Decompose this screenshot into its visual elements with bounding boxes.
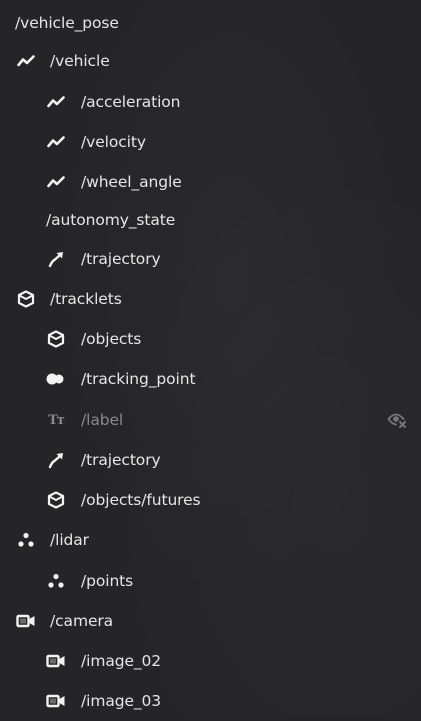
- tree-item-label: /vehicle: [50, 52, 110, 70]
- text-icon: Tт: [48, 412, 65, 428]
- line-chart-icon: [46, 172, 66, 192]
- tree-item-label: /wheel_angle: [81, 173, 182, 191]
- tree-item-trajectory[interactable]: /trajectory: [0, 440, 421, 480]
- tree-item-trajectory[interactable]: /trajectory: [0, 239, 421, 279]
- tree-item-label: /autonomy_state: [46, 211, 176, 229]
- tree-item-label-stream[interactable]: Tт /label: [0, 400, 421, 440]
- tree-item-label: /tracklets: [50, 290, 122, 308]
- trajectory-arrow-icon: [46, 249, 66, 269]
- tree-item-camera[interactable]: /camera: [0, 601, 421, 641]
- tree-item-label: /acceleration: [81, 93, 181, 111]
- tree-item-tracking-point[interactable]: /tracking_point: [0, 359, 421, 399]
- cube-icon: [46, 490, 66, 510]
- tree-item-label: /image_03: [81, 692, 162, 710]
- tree-item-vehicle[interactable]: /vehicle: [0, 41, 421, 81]
- tree-item-label: /label: [81, 411, 124, 429]
- tracking-point-icon: [46, 369, 66, 389]
- visibility-off-icon[interactable]: [387, 410, 407, 430]
- tree-item-label: /objects/futures: [81, 491, 201, 509]
- tree-item-image-02[interactable]: /image_02: [0, 641, 421, 681]
- tree-item-vehicle-pose[interactable]: /vehicle_pose: [0, 3, 421, 43]
- tree-item-autonomy-state[interactable]: /autonomy_state: [0, 200, 421, 240]
- line-chart-icon: [46, 92, 66, 112]
- tree-item-label: /lidar: [50, 531, 89, 549]
- tree-item-points[interactable]: /points: [0, 561, 421, 601]
- camera-icon: [16, 611, 36, 631]
- tree-item-label: /vehicle_pose: [15, 14, 119, 32]
- tree-item-label: /trajectory: [81, 250, 161, 268]
- tree-item-objects-futures[interactable]: /objects/futures: [0, 480, 421, 520]
- cube-icon: [16, 289, 36, 309]
- tree-item-label: /points: [81, 572, 134, 590]
- trajectory-arrow-icon: [46, 450, 66, 470]
- tree-item-lidar[interactable]: /lidar: [0, 520, 421, 560]
- tree-item-tracklets[interactable]: /tracklets: [0, 279, 421, 319]
- tree-item-label: /image_02: [81, 652, 162, 670]
- tree-item-velocity[interactable]: /velocity: [0, 122, 421, 162]
- camera-icon: [46, 691, 66, 711]
- line-chart-icon: [46, 132, 66, 152]
- tree-item-acceleration[interactable]: /acceleration: [0, 82, 421, 122]
- line-chart-icon: [16, 51, 36, 71]
- camera-icon: [46, 651, 66, 671]
- point-cloud-icon: [16, 530, 36, 550]
- tree-item-label: /camera: [50, 612, 114, 630]
- tree-item-label: /trajectory: [81, 451, 161, 469]
- cube-icon: [46, 329, 66, 349]
- tree-item-label: /objects: [81, 330, 142, 348]
- tree-item-label: /tracking_point: [81, 370, 196, 388]
- tree-item-wheel-angle[interactable]: /wheel_angle: [0, 162, 421, 202]
- tree-item-label: /velocity: [81, 133, 146, 151]
- tree-item-image-03[interactable]: /image_03: [0, 681, 421, 721]
- tree-item-objects[interactable]: /objects: [0, 319, 421, 359]
- point-cloud-icon: [46, 571, 66, 591]
